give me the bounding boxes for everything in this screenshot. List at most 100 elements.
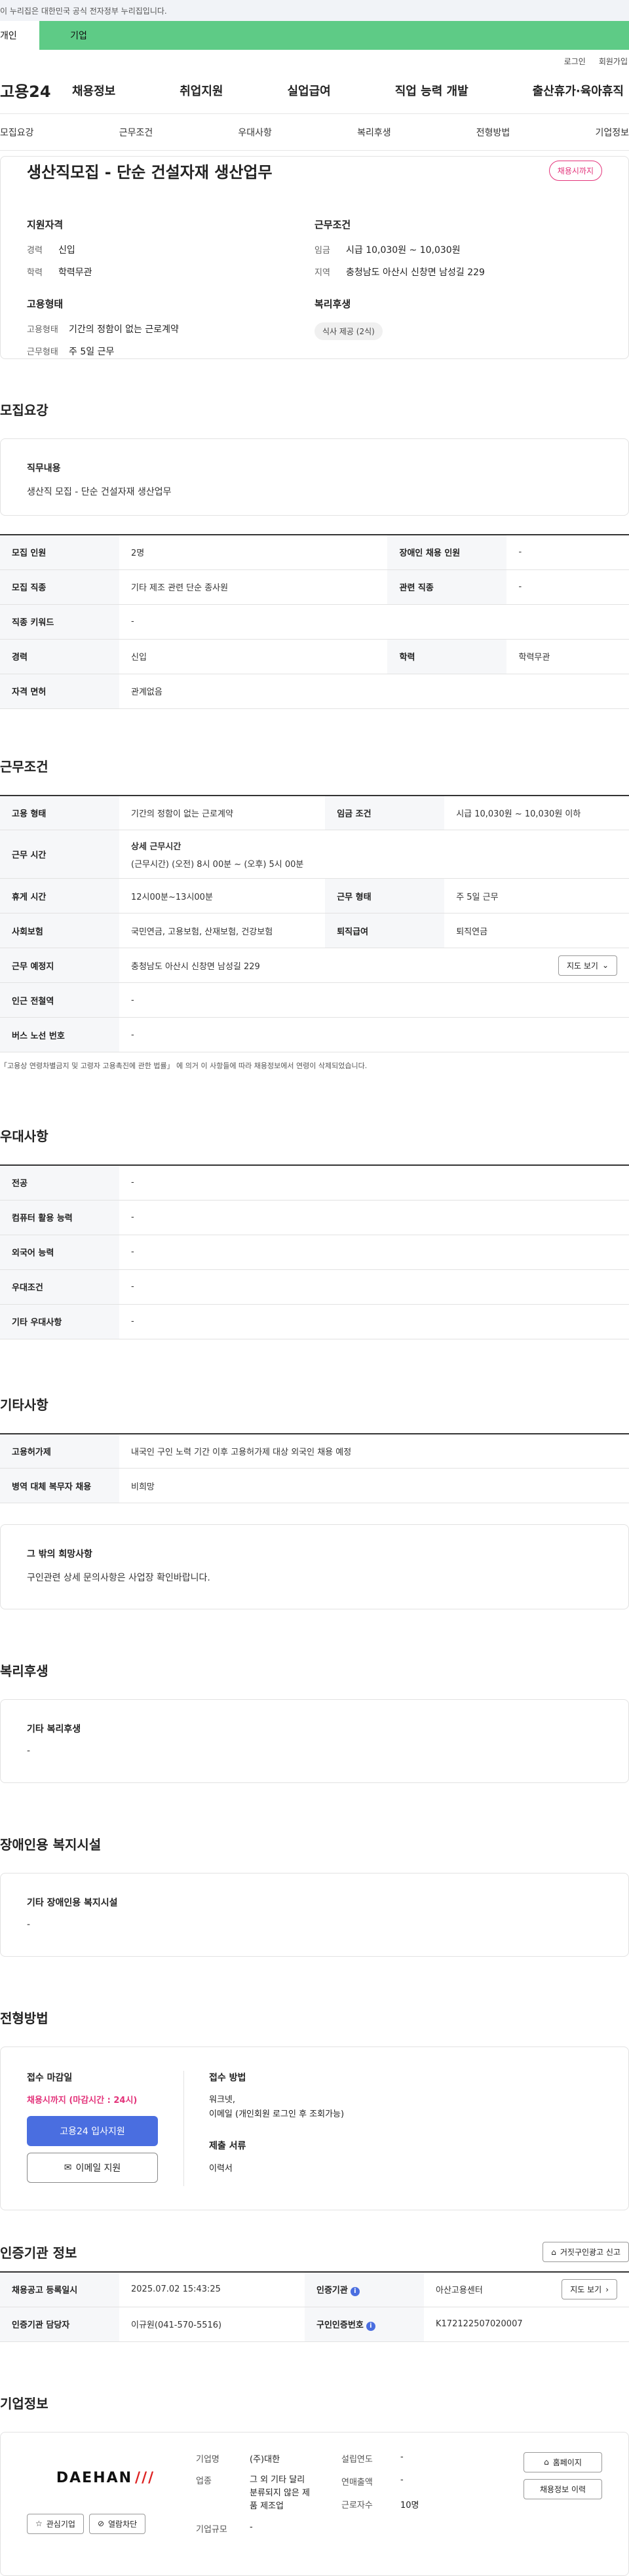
table-row: 전공 - — [0, 1165, 629, 1201]
anchor-work[interactable]: 근무조건 — [119, 126, 153, 139]
td: 시급 10,030원 ~ 10,030원 이하 — [444, 795, 629, 830]
cond-label: 지역 — [314, 268, 330, 278]
td: - — [506, 535, 629, 570]
gnb-training[interactable]: 직업 능력 개발 — [395, 82, 468, 99]
method-title: 접수 방법 — [209, 2073, 246, 2083]
table-row: 인증기관 담당자 이규원(041-570-5516) 구인인증번호 i K1721225… — [0, 2307, 629, 2342]
info-icon[interactable]: i — [366, 2321, 375, 2331]
company-logo: DAEHAN/// — [27, 2452, 184, 2505]
th: 버스 노선 번호 — [0, 1017, 119, 1052]
company-field-label: 근로자수 — [341, 2500, 373, 2510]
gnb-unemployment[interactable]: 실업급여 — [288, 82, 331, 99]
user-type-tabs: 개인 기업 — [0, 21, 629, 50]
block-view-button[interactable]: ⊘ 열람차단 — [88, 2513, 146, 2534]
section-pref-title: 우대사항 — [0, 1128, 48, 1144]
table-row: 병역 대체 복무자 채용 비희망 — [0, 1468, 629, 1503]
report-label: 거짓구인광고 신고 — [560, 2248, 620, 2257]
th: 채용공고 등록일시 — [0, 2272, 119, 2307]
td: - — [506, 569, 629, 605]
gnb-jobs[interactable]: 채용정보 — [72, 82, 115, 99]
signup-link[interactable]: 회원가입 — [599, 56, 628, 67]
job-title: 생산직모집 - 단순 건설자재 생산업무 — [27, 163, 273, 182]
home-icon: ⌂ — [544, 2457, 549, 2467]
anchor-company[interactable]: 기업정보 — [595, 126, 629, 139]
tab-personal[interactable]: 개인 — [0, 21, 39, 50]
cert-map-button[interactable]: 지도 보기 › — [562, 2279, 617, 2300]
gnb-employment-support[interactable]: 취업지원 — [180, 82, 223, 99]
company-box: DAEHAN/// ☆ 관심기업 ⊘ 열람차단 기업명 (주)대한 업종 그 외 기타 … — [0, 2431, 629, 2576]
th: 고용 형태 — [0, 795, 119, 830]
worktime-value: (근무시간) (오전) 8시 00분 ~ (오후) 5시 00분 — [131, 859, 304, 870]
apply-button[interactable]: 고용24 입사지원 — [27, 2116, 158, 2146]
th: 근무 시간 — [0, 830, 119, 879]
home-icon: ⌂ — [551, 2247, 556, 2257]
section-company-title: 기업정보 — [0, 2395, 48, 2412]
company-field-value: 10명 — [400, 2500, 419, 2510]
td: 기간의 정함이 없는 근로계약 — [119, 795, 326, 830]
cond-value: 충청남도 아산시 신창면 남성길 229 — [346, 267, 485, 278]
login-link[interactable]: 로그인 — [564, 56, 586, 67]
table-row: 근무 시간 상세 근무시간 (근무시간) (오전) 8시 00분 ~ (오후) 5시… — [0, 830, 629, 879]
company-field-value: - — [250, 2522, 253, 2532]
cert-map-label: 지도 보기 — [570, 2285, 602, 2295]
site-logo[interactable]: 고용24 — [0, 79, 72, 102]
block-icon: ⊘ — [97, 2519, 104, 2528]
table-row: 우대조건 - — [0, 1269, 629, 1305]
type-title: 고용형태 — [27, 298, 64, 310]
info-icon[interactable]: i — [350, 2286, 360, 2296]
report-button[interactable]: ⌂ 거짓구인광고 신고 — [543, 2242, 629, 2262]
company-field-label: 설립연도 — [341, 2454, 373, 2465]
etc-box-title: 그 밖의 희망사항 — [27, 1549, 92, 1560]
td: 충청남도 아산시 신창면 남성길 229 지도 보기 ⌄ — [119, 948, 629, 983]
section-work-title: 근무조건 — [0, 758, 48, 775]
section-benefit-title: 복리후생 — [0, 1663, 48, 1679]
td: 내국인 구인 노력 기간 이후 고용허가제 대상 외국인 채용 예정 — [119, 1433, 629, 1469]
company-field-value: - — [400, 2474, 404, 2485]
qual-value: 학력무관 — [58, 267, 92, 278]
type-value: 주 5일 근무 — [69, 347, 115, 357]
th: 퇴직급여 — [325, 913, 445, 948]
job-summary-card: 생산직모집 - 단순 건설자재 생산업무 채용시까지 지원자격 경력 신입 학력 학… — [0, 156, 629, 359]
gnb-leave[interactable]: 출산휴가·육아휴직 — [533, 82, 624, 99]
table-row: 채용공고 등록일시 2025.07.02 15:43:25 인증기관 i 아산고용센터 지… — [0, 2272, 629, 2307]
th: 인증기관 담당자 — [0, 2307, 119, 2342]
welfare-title: 복리후생 — [314, 298, 351, 310]
job-history-button[interactable]: 채용정보 이력 — [524, 2478, 602, 2499]
th: 장애인 채용 인원 — [387, 535, 507, 570]
email-apply-button[interactable]: ✉ 이메일 지원 — [27, 2153, 158, 2183]
mail-icon: ✉ — [64, 2163, 72, 2173]
table-row: 컴퓨터 활용 능력 - — [0, 1200, 629, 1235]
anchor-pref[interactable]: 우대사항 — [238, 126, 272, 139]
company-field-label: 연매출액 — [341, 2477, 373, 2488]
homepage-button[interactable]: ⌂ 홈페이지 — [524, 2451, 602, 2472]
docs-title: 제출 서류 — [209, 2141, 246, 2151]
method-line: 이메일 (개인회원 로그인 후 조회가능) — [209, 2109, 345, 2119]
anchor-recruit[interactable]: 모집요강 — [0, 126, 34, 139]
td: - — [119, 1235, 629, 1270]
map-button[interactable]: 지도 보기 ⌄ — [558, 955, 617, 976]
th: 사회보험 — [0, 913, 119, 948]
tab-company[interactable]: 기업 — [39, 21, 118, 50]
th: 전공 — [0, 1165, 119, 1201]
disability-text: - — [27, 1919, 31, 1930]
anchor-benefit[interactable]: 복리후생 — [357, 126, 391, 139]
td: 국민연금, 고용보험, 산재보험, 건강보험 — [119, 913, 326, 948]
th: 근무 예정지 — [0, 948, 119, 983]
anchor-process[interactable]: 전형방법 — [476, 126, 510, 139]
age-note: 「고용상 연령차별금지 및 고령자 고용촉진에 관한 법률」 에 의거 이 사항… — [0, 1062, 368, 1070]
td: 아산고용센터 지도 보기 › — [424, 2272, 629, 2307]
th: 고용허가제 — [0, 1433, 119, 1469]
td: 2025.07.02 15:43:25 — [119, 2272, 305, 2307]
type-label: 근무형태 — [27, 347, 58, 357]
favorite-company-button[interactable]: ☆ 관심기업 — [27, 2513, 84, 2534]
th: 모집 인원 — [0, 535, 119, 570]
table-row: 기타 우대사항 - — [0, 1304, 629, 1339]
table-row: 모집 인원 2명 장애인 채용 인원 - — [0, 535, 629, 570]
cert-no-label: 구인인증번호 — [316, 2320, 364, 2330]
th: 학력 — [387, 639, 507, 674]
td: - — [119, 1165, 629, 1201]
method-line: 워크넷, — [209, 2095, 236, 2105]
th: 근무 형태 — [325, 878, 445, 913]
work-address: 충청남도 아산시 신창면 남성길 229 — [131, 961, 260, 972]
td: - — [119, 604, 629, 640]
